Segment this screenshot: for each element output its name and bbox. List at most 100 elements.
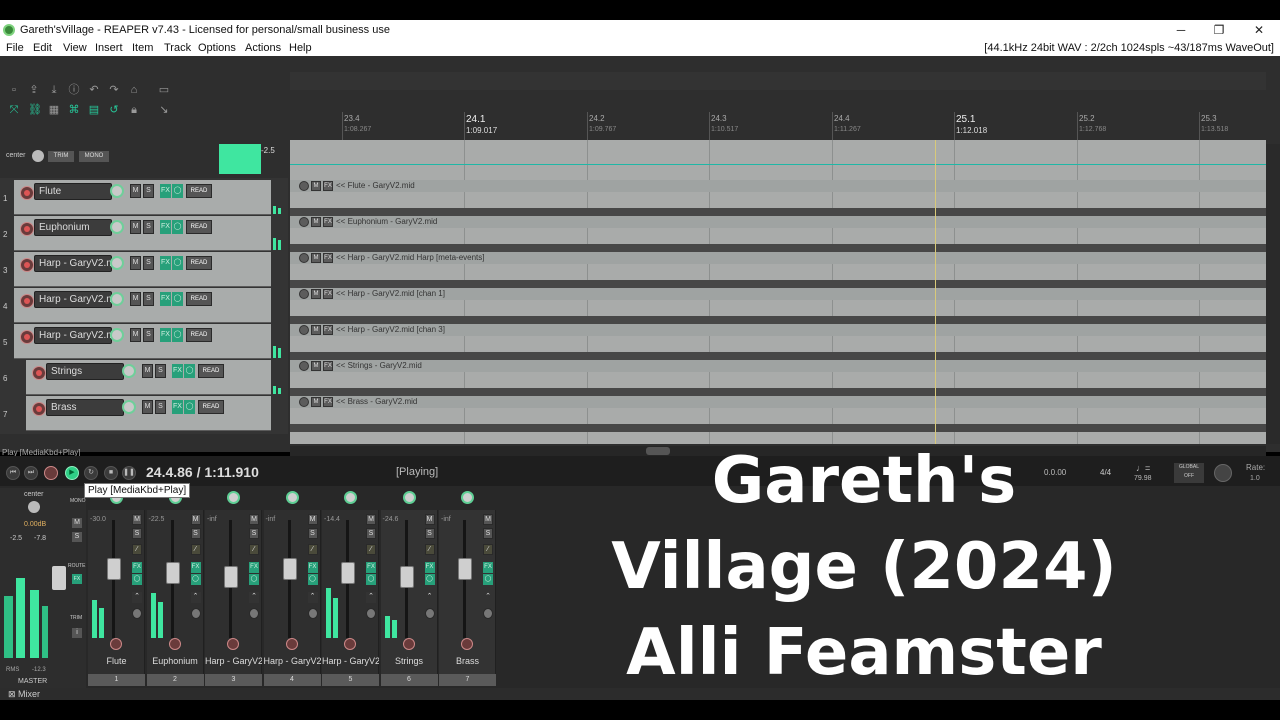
strip-fx-bypass-icon[interactable]: ◯ (424, 574, 435, 585)
grid-icon[interactable]: ▦ (48, 104, 60, 116)
volume-fader[interactable] (458, 558, 472, 580)
volume-knob[interactable] (122, 400, 136, 414)
volume-knob[interactable] (110, 184, 124, 198)
pause-button[interactable]: ❚❚ (122, 466, 136, 480)
master-route-label[interactable]: ROUTE (68, 563, 86, 569)
strip-automation-icon[interactable]: ⌃ (483, 592, 493, 603)
record-arm-button[interactable] (32, 402, 46, 416)
menu-insert[interactable]: Insert (95, 40, 123, 56)
strip-solo-button[interactable]: S (190, 528, 201, 539)
strip-record-arm[interactable] (461, 638, 473, 650)
solo-button[interactable]: S (155, 400, 166, 414)
item-mute-button[interactable]: M (311, 181, 321, 191)
menu-options[interactable]: Options (198, 40, 236, 56)
strip-mute-button[interactable]: M (366, 514, 376, 525)
record-arm-button[interactable] (20, 186, 34, 200)
solo-button[interactable]: S (143, 220, 154, 234)
item-volume-icon[interactable] (299, 361, 309, 371)
vertical-scrollbar[interactable] (1266, 144, 1280, 444)
master-mono-button[interactable]: MONO (79, 151, 109, 162)
strip-fx-button[interactable]: FX (366, 562, 376, 573)
fx-bypass-icon[interactable]: ◯ (184, 400, 195, 414)
item-mute-button[interactable]: M (311, 253, 321, 263)
fx-button[interactable]: FX (160, 184, 171, 198)
master-mute-button[interactable]: M (72, 518, 82, 528)
mixer-pan-knob[interactable] (402, 491, 416, 504)
strip-input-icon[interactable] (424, 608, 435, 619)
playrate-knob[interactable] (1214, 464, 1232, 482)
automation-read-button[interactable]: READ (186, 220, 212, 234)
volume-fader[interactable] (165, 562, 180, 584)
loop-icon[interactable]: ↺ (108, 104, 120, 116)
stop-button[interactable]: ■ (104, 466, 118, 480)
record-arm-button[interactable] (20, 294, 34, 308)
item-fx-button[interactable]: FX (323, 253, 333, 263)
media-item-5[interactable]: M FX << Harp - GaryV2.mid [chan 3] (290, 324, 1266, 360)
maximize-button[interactable]: ❐ (1204, 20, 1234, 40)
new-project-icon[interactable]: ▫ (8, 84, 20, 96)
minimize-button[interactable]: ─ (1166, 20, 1196, 40)
item-volume-icon[interactable] (299, 181, 309, 191)
record-arm-button[interactable] (20, 222, 34, 236)
undo-icon[interactable]: ↶ (88, 84, 100, 96)
volume-knob[interactable] (110, 220, 124, 234)
master-solo-button[interactable]: S (72, 532, 82, 542)
media-item-3[interactable]: M FX << Harp - GaryV2.mid Harp [meta-eve… (290, 252, 1266, 288)
menu-actions[interactable]: Actions (245, 40, 281, 56)
item-volume-icon[interactable] (299, 253, 309, 263)
strip-automation-icon[interactable]: ⌃ (190, 592, 201, 603)
volume-knob[interactable] (110, 256, 124, 270)
strip-input-icon[interactable] (132, 608, 142, 619)
strip-mute-button[interactable]: M (483, 514, 493, 525)
master-fader[interactable] (52, 566, 66, 590)
strip-phase-icon[interactable]: ⁄ (424, 544, 435, 555)
strip-phase-icon[interactable]: ⁄ (366, 544, 376, 555)
record-button[interactable] (44, 466, 58, 480)
item-volume-icon[interactable] (299, 397, 309, 407)
global-automation-button[interactable]: GLOBAL OFF (1174, 463, 1204, 483)
track-panel-3[interactable]: Harp - GaryV2.mid M S FX ◯ READ (14, 252, 271, 287)
strip-fx-button[interactable]: FX (483, 562, 493, 573)
automation-read-button[interactable]: READ (198, 364, 224, 378)
track-name[interactable]: Harp - GaryV2.mid (34, 327, 112, 344)
strip-input-icon[interactable] (249, 608, 259, 619)
strip-input-icon[interactable] (366, 608, 376, 619)
track-name[interactable]: Harp - GaryV2.mid (34, 291, 112, 308)
strip-record-arm[interactable] (110, 638, 122, 650)
solo-button[interactable]: S (143, 256, 154, 270)
strip-fx-bypass-icon[interactable]: ◯ (483, 574, 493, 585)
item-fx-button[interactable]: FX (323, 325, 333, 335)
strip-fx-bypass-icon[interactable]: ◯ (132, 574, 142, 585)
automation-read-button[interactable]: READ (186, 292, 212, 306)
repeat-icon[interactable]: ↻ (84, 466, 98, 480)
strip-record-arm[interactable] (168, 638, 181, 650)
strip-fx-bypass-icon[interactable]: ◯ (190, 574, 201, 585)
play-button[interactable]: ▶ (65, 466, 79, 480)
redo-icon[interactable]: ↷ (108, 84, 120, 96)
timeline-ruler[interactable]: 23.4 1:08.267 24.1 1:09.017 24.2 1:09.76… (290, 112, 1266, 140)
master-trim-button[interactable]: TRIM (48, 151, 74, 162)
ripple-icon[interactable]: ⤧ (8, 104, 20, 116)
item-volume-icon[interactable] (299, 325, 309, 335)
solo-button[interactable]: S (143, 184, 154, 198)
strip-phase-icon[interactable]: ⁄ (307, 544, 318, 555)
master-trim-label[interactable]: TRIM (70, 615, 82, 621)
mute-button[interactable]: M (130, 220, 141, 234)
track-panel-7[interactable]: Brass M S FX ◯ READ (26, 396, 271, 431)
solo-button[interactable]: S (143, 292, 154, 306)
mute-button[interactable]: M (130, 256, 141, 270)
item-fx-button[interactable]: FX (323, 181, 333, 191)
strip-record-arm[interactable] (402, 638, 415, 650)
fx-button[interactable]: FX (160, 256, 171, 270)
menu-help[interactable]: Help (289, 40, 312, 56)
item-fx-button[interactable]: FX (323, 289, 333, 299)
master-info-icon[interactable]: i (72, 628, 82, 638)
mute-button[interactable]: M (130, 184, 141, 198)
cursor-tool-icon[interactable]: ↘ (158, 104, 170, 116)
strip-phase-icon[interactable]: ⁄ (132, 544, 142, 555)
fx-button[interactable]: FX (172, 400, 183, 414)
grouping-icon[interactable]: ⛓ (28, 104, 42, 116)
strip-solo-button[interactable]: S (307, 528, 318, 539)
fx-bypass-icon[interactable]: ◯ (172, 292, 183, 306)
fx-button[interactable]: FX (160, 328, 171, 342)
